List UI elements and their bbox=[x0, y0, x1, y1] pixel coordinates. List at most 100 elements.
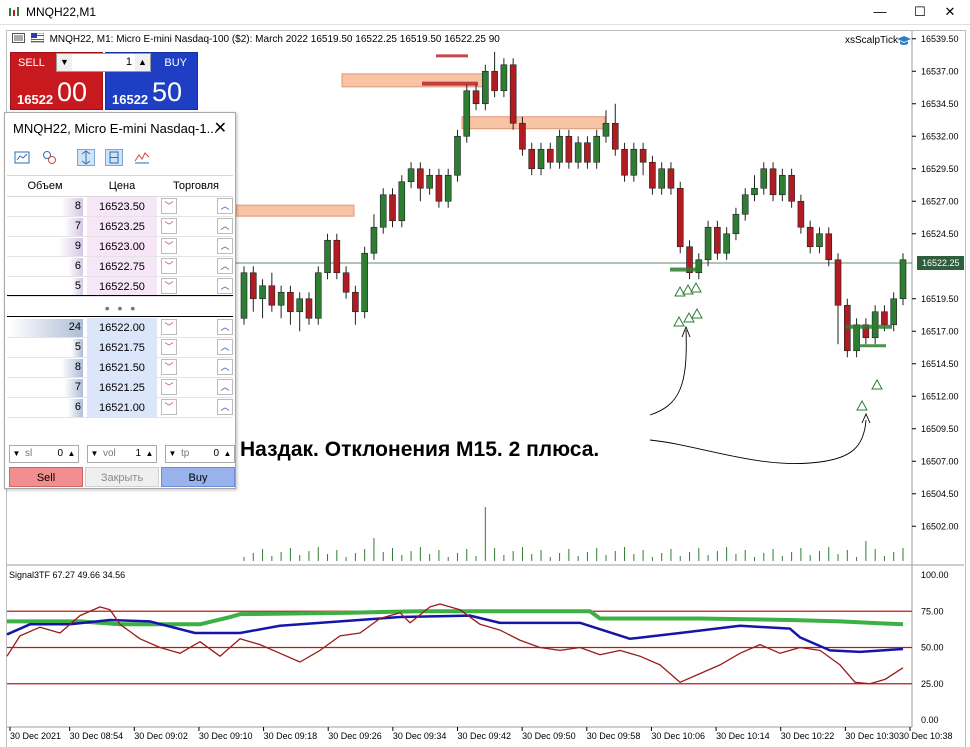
vol-decrease-icon[interactable]: ▼ bbox=[88, 446, 101, 462]
buy-limit-icon[interactable]: ︿ bbox=[217, 278, 233, 294]
bull-candle bbox=[751, 187, 758, 196]
dom-buy-button[interactable]: Buy bbox=[161, 467, 235, 487]
bid-row[interactable]: 5 16521.75 ﹀ ︿ bbox=[7, 338, 233, 358]
ask-row[interactable]: 8 16523.50 ﹀ ︿ bbox=[7, 197, 233, 217]
price-axis-label: 16502.00 bbox=[921, 521, 959, 531]
buy-limit-icon[interactable]: ︿ bbox=[217, 238, 233, 254]
bear-candle bbox=[287, 291, 294, 313]
dom-sell-button[interactable]: Sell bbox=[9, 467, 83, 487]
bear-candle bbox=[528, 148, 536, 170]
price-cell[interactable]: 16523.25 bbox=[87, 217, 157, 237]
bear-candle bbox=[352, 291, 359, 313]
price-axis-label: 16539.50 bbox=[921, 34, 959, 44]
bear-candle bbox=[584, 142, 591, 163]
buy-limit-icon[interactable]: ︿ bbox=[217, 198, 233, 214]
bull-candle bbox=[398, 181, 406, 222]
lot-decrease-icon[interactable]: ▼ bbox=[57, 54, 72, 71]
bid-row[interactable]: 8 16521.50 ﹀ ︿ bbox=[7, 358, 233, 378]
sell-limit-icon[interactable]: ﹀ bbox=[161, 359, 177, 375]
price-cell[interactable]: 16522.00 bbox=[87, 318, 157, 338]
bear-candle bbox=[472, 90, 480, 105]
indicator-green-line bbox=[7, 609, 904, 627]
sell-price-big: 00 bbox=[57, 77, 88, 107]
indicator-axis-label: 50.00 bbox=[921, 643, 944, 653]
bear-candle bbox=[649, 161, 656, 189]
bull-candle bbox=[482, 70, 489, 105]
sell-limit-icon[interactable]: ﹀ bbox=[161, 198, 177, 214]
dom-actions: Sell Закрыть Buy bbox=[9, 467, 235, 487]
price-cell[interactable]: 16521.25 bbox=[87, 378, 157, 398]
center-icon[interactable] bbox=[105, 149, 123, 166]
dom-close-position-button[interactable]: Закрыть bbox=[85, 467, 159, 487]
price-cell[interactable]: 16523.50 bbox=[87, 197, 157, 217]
chart-toggle-icon[interactable] bbox=[13, 149, 31, 166]
price-cell[interactable]: 16521.00 bbox=[87, 398, 157, 418]
price-cell[interactable]: 16522.75 bbox=[87, 257, 157, 277]
indicator-toggle-icon[interactable] bbox=[41, 149, 59, 166]
one-click-trading: SELL 16522 00 BUY 16522 50 ▼ 1 ▲ bbox=[10, 52, 198, 110]
bid-row[interactable]: 6 16521.00 ﹀ ︿ bbox=[7, 398, 233, 418]
buy-limit-icon[interactable]: ︿ bbox=[217, 339, 233, 355]
buy-limit-icon[interactable]: ︿ bbox=[217, 399, 233, 415]
ask-row[interactable]: 5 16522.50 ﹀ ︿ bbox=[7, 277, 233, 297]
expert-advisor-label[interactable]: xsScalpTick bbox=[845, 35, 898, 46]
sell-limit-icon[interactable]: ﹀ bbox=[161, 399, 177, 415]
buy-limit-icon[interactable]: ︿ bbox=[217, 319, 233, 335]
bull-candle bbox=[500, 64, 508, 92]
buy-limit-icon[interactable]: ︿ bbox=[217, 359, 233, 375]
price-axis-label: 16519.50 bbox=[921, 294, 959, 304]
ask-row[interactable]: 6 16522.75 ﹀ ︿ bbox=[7, 257, 233, 277]
sell-limit-icon[interactable]: ﹀ bbox=[161, 238, 177, 254]
lot-size-value[interactable]: 1 bbox=[75, 56, 132, 68]
dom-close-button[interactable]: ✕ bbox=[214, 118, 227, 138]
vol-increase-icon[interactable]: ▲ bbox=[143, 446, 156, 462]
price-cell[interactable]: 16521.75 bbox=[87, 338, 157, 358]
sl-decrease-icon[interactable]: ▼ bbox=[10, 446, 23, 462]
stop-loss-spinner[interactable]: ▼ sl 0 ▲ bbox=[9, 445, 79, 463]
chart-menu-icon[interactable] bbox=[12, 33, 25, 43]
sell-limit-icon[interactable]: ﹀ bbox=[161, 258, 177, 274]
bull-candle bbox=[259, 285, 266, 300]
dom-column-headers: Объем Цена Торговля bbox=[7, 175, 233, 197]
price-cell[interactable]: 16521.50 bbox=[87, 358, 157, 378]
volume-spinner[interactable]: ▼ vol 1 ▲ bbox=[87, 445, 157, 463]
depth-of-market-panel[interactable]: MNQH22, Micro E-mini Nasdaq-1... ✕ Объем… bbox=[4, 112, 236, 489]
bull-candle bbox=[899, 259, 907, 300]
sell-limit-icon[interactable]: ﹀ bbox=[161, 218, 177, 234]
sell-limit-icon[interactable]: ﹀ bbox=[161, 319, 177, 335]
lot-size-field[interactable]: ▼ 1 ▲ bbox=[56, 53, 151, 72]
tp-decrease-icon[interactable]: ▼ bbox=[166, 446, 179, 462]
lot-increase-icon[interactable]: ▲ bbox=[135, 54, 150, 71]
sell-limit-icon[interactable]: ﹀ bbox=[161, 379, 177, 395]
bid-row[interactable]: 24 16522.00 ﹀ ︿ bbox=[7, 318, 233, 338]
buy-limit-icon[interactable]: ︿ bbox=[217, 258, 233, 274]
bull-candle bbox=[574, 142, 582, 163]
volume-cell: 8 bbox=[74, 361, 81, 373]
buy-limit-icon[interactable]: ︿ bbox=[217, 218, 233, 234]
sell-limit-icon[interactable]: ﹀ bbox=[161, 278, 177, 294]
price-cell[interactable]: 16523.00 bbox=[87, 237, 157, 257]
buy-limit-icon[interactable]: ︿ bbox=[217, 379, 233, 395]
sell-limit-icon[interactable]: ﹀ bbox=[161, 339, 177, 355]
take-profit-spinner[interactable]: ▼ tp 0 ▲ bbox=[165, 445, 235, 463]
tp-value[interactable]: 0 bbox=[213, 448, 219, 459]
ask-row[interactable]: 7 16523.25 ﹀ ︿ bbox=[7, 217, 233, 237]
price-cell[interactable]: 16522.50 bbox=[87, 277, 157, 297]
auto-scroll-icon[interactable] bbox=[77, 149, 95, 166]
trade-header: Торговля bbox=[173, 180, 219, 192]
bear-candle bbox=[565, 135, 573, 163]
bid-row[interactable]: 7 16521.25 ﹀ ︿ bbox=[7, 378, 233, 398]
bear-candle bbox=[806, 226, 814, 248]
vol-value[interactable]: 1 bbox=[135, 448, 141, 459]
ask-row[interactable]: 9 16523.00 ﹀ ︿ bbox=[7, 237, 233, 257]
indicator-axis-label: 100.00 bbox=[921, 570, 949, 580]
sl-increase-icon[interactable]: ▲ bbox=[65, 446, 78, 462]
chart-ohlc: 16519.50 16522.25 16519.50 16522.25 bbox=[310, 34, 486, 45]
tick-chart-icon[interactable] bbox=[133, 149, 151, 166]
tp-increase-icon[interactable]: ▲ bbox=[221, 446, 234, 462]
expert-hat-icon[interactable] bbox=[896, 34, 912, 48]
bear-candle bbox=[769, 168, 777, 196]
bear-candle bbox=[519, 122, 526, 150]
sl-value[interactable]: 0 bbox=[57, 448, 63, 459]
volume-cell: 24 bbox=[68, 321, 81, 333]
